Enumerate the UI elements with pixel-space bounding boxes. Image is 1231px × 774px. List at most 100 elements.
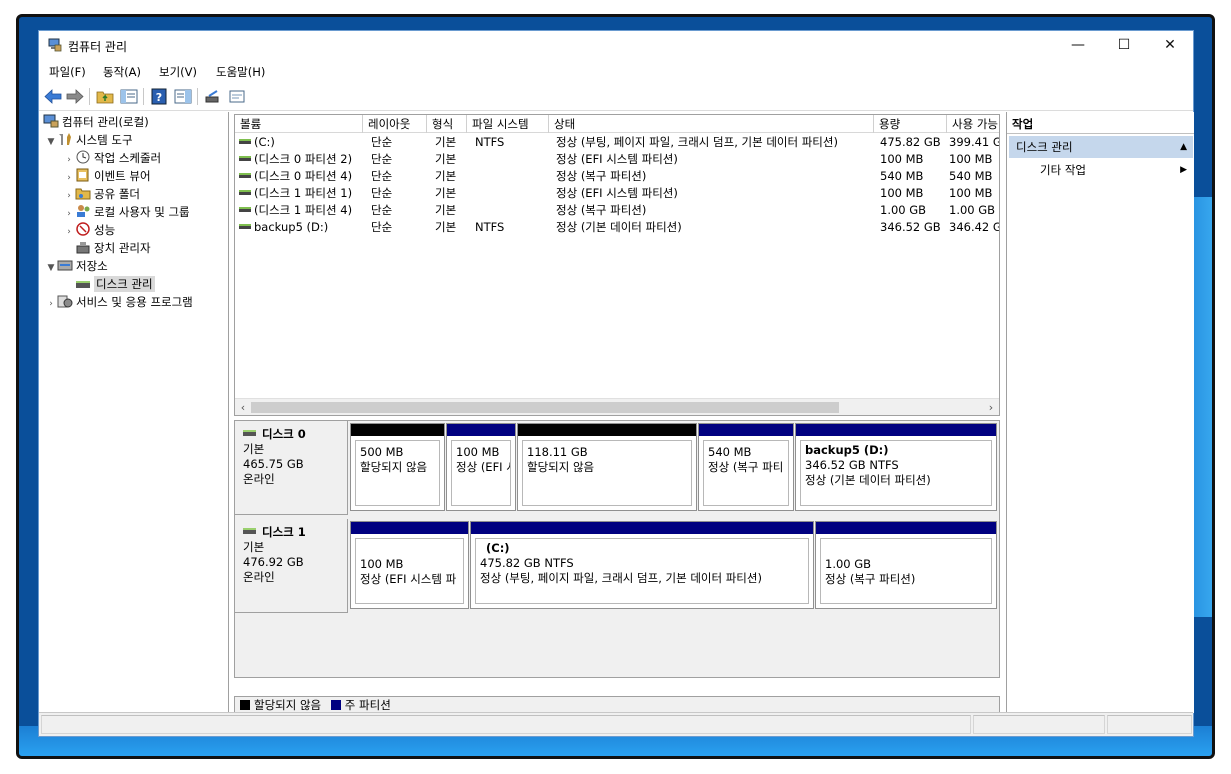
volume-icon bbox=[239, 156, 251, 161]
unallocated-bar bbox=[351, 424, 444, 436]
tools-icon bbox=[59, 133, 71, 145]
show-hide-tree-icon[interactable] bbox=[119, 87, 139, 106]
column-header-volume[interactable]: 볼륨 bbox=[235, 115, 363, 133]
primary-partition-bar bbox=[796, 424, 996, 436]
close-button[interactable]: ✕ bbox=[1147, 31, 1193, 60]
partition-block[interactable]: 540 MB 정상 (복구 파티 bbox=[698, 423, 794, 511]
disk-management-pane: 볼륨 레이아웃 형식 파일 시스템 상태 용량 사용 가능 (C:) 단순 기본… bbox=[232, 112, 1006, 713]
disk-info[interactable]: 디스크 0 기본 465.75 GB 온라인 bbox=[235, 421, 348, 515]
free-space-cell: 100 MB bbox=[949, 186, 993, 200]
volume-name-cell: (디스크 1 파티션 4) bbox=[235, 202, 363, 219]
menu-file[interactable]: 파일(F) bbox=[49, 64, 86, 80]
partition-name: (C:) bbox=[486, 541, 510, 555]
partition-block[interactable]: 100 MB 정상 (EFI 시 bbox=[446, 423, 516, 511]
tree-item-system-tools-label: 시스템 도구 bbox=[76, 133, 133, 147]
column-header-status[interactable]: 상태 bbox=[549, 115, 874, 133]
tree-item-root[interactable]: 컴퓨터 관리(로컬) bbox=[43, 113, 149, 131]
table-row[interactable]: backup5 (D:) 단순 기본 NTFS 정상 (기본 데이터 파티션) … bbox=[235, 219, 999, 236]
storage-icon bbox=[57, 260, 73, 271]
tree-item-storage[interactable]: ▼ 저장소 bbox=[45, 257, 108, 275]
toolbar: ? bbox=[39, 82, 1193, 111]
forward-icon[interactable] bbox=[65, 87, 85, 106]
menu-action[interactable]: 동작(A) bbox=[103, 64, 141, 80]
partition-size: 100 MB bbox=[360, 557, 404, 571]
table-row[interactable]: (디스크 1 파티션 1) 단순 기본 정상 (EFI 시스템 파티션) 100… bbox=[235, 185, 999, 202]
rescan-icon[interactable] bbox=[203, 87, 223, 106]
disk-type: 기본 bbox=[243, 540, 265, 554]
submenu-arrow-icon: ▶ bbox=[1180, 165, 1187, 175]
partition-block[interactable]: 1.00 GB 정상 (복구 파티션) bbox=[815, 521, 997, 609]
partition-details: 100 MB 정상 (EFI 시스템 파 bbox=[355, 538, 464, 604]
show-hide-action-pane-icon[interactable] bbox=[173, 87, 193, 106]
tree-item-device-manager[interactable]: 장치 관리자 bbox=[75, 239, 151, 257]
partition-size: 118.11 GB bbox=[527, 445, 588, 459]
horizontal-scrollbar[interactable]: ‹ › bbox=[235, 398, 999, 415]
tree-item-storage-label: 저장소 bbox=[76, 259, 108, 273]
scroll-right-icon[interactable]: › bbox=[983, 399, 999, 415]
partition-legend: 할당되지 않음 주 파티션 bbox=[234, 696, 1000, 713]
column-header-layout[interactable]: 레이아웃 bbox=[363, 115, 427, 133]
status-section bbox=[973, 715, 1105, 734]
column-header-capacity[interactable]: 용량 bbox=[874, 115, 947, 133]
type-cell: 기본 bbox=[435, 186, 457, 200]
table-row[interactable]: (디스크 1 파티션 4) 단순 기본 정상 (복구 파티션) 1.00 GB … bbox=[235, 202, 999, 219]
back-icon[interactable] bbox=[43, 87, 63, 106]
column-header-filesystem[interactable]: 파일 시스템 bbox=[467, 115, 549, 133]
status-section bbox=[41, 715, 971, 734]
unallocated-bar bbox=[518, 424, 696, 436]
disk-info[interactable]: 디스크 1 기본 476.92 GB 온라인 bbox=[235, 519, 348, 613]
partition-block[interactable]: 118.11 GB 할당되지 않음 bbox=[517, 423, 697, 511]
tree-item-performance[interactable]: › 성능 bbox=[63, 221, 115, 239]
actions-section-disk-management[interactable]: 디스크 관리 ▲ bbox=[1009, 136, 1193, 158]
filesystem-cell: NTFS bbox=[475, 135, 505, 149]
partition-name: backup5 (D:) bbox=[805, 443, 889, 457]
chevron-down-icon[interactable]: ▼ bbox=[45, 259, 57, 277]
partition-block[interactable]: 100 MB 정상 (EFI 시스템 파 bbox=[350, 521, 469, 609]
table-row[interactable]: (디스크 0 파티션 4) 단순 기본 정상 (복구 파티션) 540 MB 5… bbox=[235, 168, 999, 185]
unallocated-legend-swatch bbox=[240, 700, 250, 710]
actions-more[interactable]: 기타 작업 ▶ bbox=[1009, 160, 1193, 180]
volume-icon bbox=[239, 139, 251, 144]
partition-block[interactable]: backup5 (D:) 346.52 GB NTFS 정상 (기본 데이터 파… bbox=[795, 423, 997, 511]
capacity-cell: 100 MB bbox=[880, 186, 924, 200]
properties-icon[interactable] bbox=[227, 87, 247, 106]
status-cell: 정상 (EFI 시스템 파티션) bbox=[556, 152, 678, 166]
tree-item-system-tools[interactable]: ▼ 시스템 도구 bbox=[45, 131, 133, 149]
tree-item-event-viewer[interactable]: › 이벤트 뷰어 bbox=[63, 167, 151, 185]
column-header-type[interactable]: 형식 bbox=[427, 115, 467, 133]
table-row[interactable]: (C:) 단순 기본 NTFS 정상 (부팅, 페이지 파일, 크래시 덤프, … bbox=[235, 134, 999, 151]
partition-details: 118.11 GB 할당되지 않음 bbox=[522, 440, 692, 506]
up-folder-icon[interactable] bbox=[95, 87, 115, 106]
filesystem-cell bbox=[471, 168, 549, 185]
maximize-button[interactable]: ☐ bbox=[1101, 31, 1147, 60]
partition-block[interactable]: 500 MB 할당되지 않음 bbox=[350, 423, 445, 511]
primary-partition-bar bbox=[816, 522, 996, 534]
tree-item-task-scheduler[interactable]: › 작업 스케줄러 bbox=[63, 149, 161, 167]
capacity-cell: 346.52 GB bbox=[880, 220, 941, 234]
chevron-right-icon[interactable]: › bbox=[45, 295, 57, 313]
tree-item-disk-management[interactable]: 디스크 관리 bbox=[75, 275, 155, 293]
volume-name: (디스크 1 파티션 1) bbox=[254, 186, 353, 200]
chevron-right-icon[interactable]: › bbox=[63, 223, 75, 241]
actions-pane: 작업 디스크 관리 ▲ 기타 작업 ▶ bbox=[1006, 112, 1194, 713]
free-space-cell: 100 MB bbox=[949, 152, 993, 166]
collapse-up-icon[interactable]: ▲ bbox=[1180, 136, 1187, 158]
help-icon[interactable]: ? bbox=[149, 87, 169, 106]
menu-help[interactable]: 도움말(H) bbox=[216, 64, 265, 80]
menu-view[interactable]: 보기(V) bbox=[159, 64, 197, 80]
chevron-down-icon[interactable]: ▼ bbox=[45, 133, 57, 151]
tree-item-services-label: 서비스 및 응용 프로그램 bbox=[76, 295, 193, 309]
minimize-button[interactable]: — bbox=[1055, 31, 1101, 60]
tree-item-shared-folders[interactable]: › 공유 폴더 bbox=[63, 185, 140, 203]
scrollbar-thumb[interactable] bbox=[251, 402, 839, 413]
scroll-left-icon[interactable]: ‹ bbox=[235, 399, 251, 415]
partition-details: 1.00 GB 정상 (복구 파티션) bbox=[820, 538, 992, 604]
table-row[interactable]: (디스크 0 파티션 2) 단순 기본 정상 (EFI 시스템 파티션) 100… bbox=[235, 151, 999, 168]
column-header-free-space[interactable]: 사용 가능 bbox=[947, 115, 999, 133]
actions-title: 작업 bbox=[1007, 114, 1194, 134]
legend-primary: 주 파티션 bbox=[344, 698, 391, 712]
partition-block[interactable]: (C:) 475.82 GB NTFS 정상 (부팅, 페이지 파일, 크래시 … bbox=[470, 521, 814, 609]
partition-size: 100 MB bbox=[456, 445, 500, 459]
tree-item-local-users[interactable]: › 로컬 사용자 및 그룹 bbox=[63, 203, 190, 221]
tree-item-services[interactable]: › 서비스 및 응용 프로그램 bbox=[45, 293, 193, 311]
